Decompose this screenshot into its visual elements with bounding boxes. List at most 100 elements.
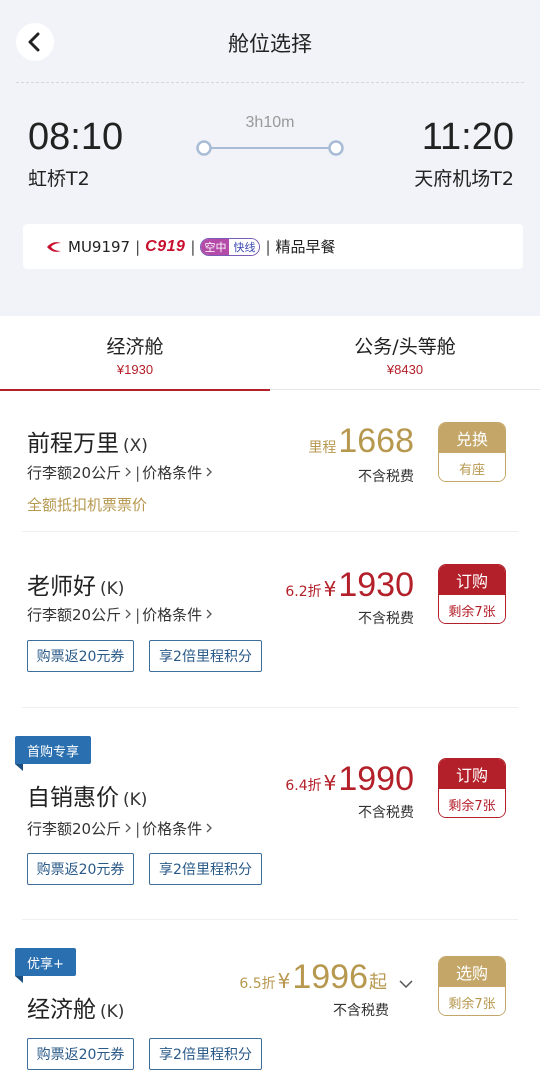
fare-class: (K) (123, 790, 148, 810)
currency-symbol: ¥ (277, 969, 291, 993)
separator: | (190, 237, 196, 256)
route-line-icon (196, 140, 344, 156)
fare-name: 自销惠价 (K) (27, 778, 147, 812)
price-value: 1990 (338, 760, 414, 798)
button-label: 兑换 (439, 423, 505, 453)
price-suffix: 起 (369, 972, 387, 993)
book-button[interactable]: 订购 剩余7张 (438, 758, 506, 818)
chevron-right-icon (125, 823, 132, 833)
air-express-part-b: 快线 (229, 238, 260, 255)
tab-economy[interactable]: 经济舱 ¥1930 (0, 316, 270, 391)
chevron-right-icon (125, 467, 132, 477)
departure-time: 08:10 (28, 116, 124, 158)
separator: | (135, 606, 141, 624)
fare-name-text: 经济舱 (27, 997, 96, 1023)
fare-name: 老师好 (K) (27, 567, 124, 601)
fare-rules: 行李额20公斤 | 价格条件 (27, 818, 214, 839)
conditions-link[interactable]: 价格条件 (142, 820, 202, 838)
fare-price: 里程 1668 (308, 422, 414, 461)
chevron-right-icon (206, 467, 213, 477)
price-prefix: 里程 (308, 440, 337, 456)
fare-card[interactable]: 老师好 (K) 行李额20公斤 | 价格条件 购票返20元券 享2倍里程积分 6.2折… (0, 532, 540, 708)
fare-price: 6.4折 ¥ 1990 (285, 760, 414, 799)
price-value: 1930 (338, 566, 414, 604)
coupon-tag: 购票返20元券 (27, 853, 134, 885)
chevron-right-icon (206, 609, 213, 619)
separator: | (135, 237, 141, 256)
button-label: 订购 (439, 565, 505, 595)
baggage-link[interactable]: 行李额20公斤 (27, 820, 121, 838)
redeem-button[interactable]: 兑换 有座 (438, 422, 506, 482)
premium-ribbon: 优享+ (15, 948, 76, 983)
flight-info-bar: MU9197 | C919 | 空中 快线 | 精品早餐 (23, 224, 523, 269)
fare-note: 全额抵扣机票票价 (27, 496, 148, 514)
page-title: 舱位选择 (228, 32, 312, 56)
coupon-tag: 购票返20元券 (27, 640, 134, 672)
fare-name-text: 自销惠价 (27, 785, 119, 811)
tax-note: 不含税费 (358, 469, 414, 485)
button-sublabel: 有座 (439, 453, 505, 481)
fare-card[interactable]: 优享+ 经济舱 (K) 购票返20元券 享2倍里程积分 6.5折 ¥ 1996 起… (0, 920, 540, 1074)
fare-name: 经济舱 (K) (27, 990, 124, 1024)
separator: | (135, 820, 141, 838)
baggage-link[interactable]: 行李额20公斤 (27, 464, 121, 482)
mileage-tag: 享2倍里程积分 (149, 1038, 262, 1070)
tab-price: ¥1930 (116, 362, 154, 377)
conditions-link[interactable]: 价格条件 (142, 606, 202, 624)
button-label: 订购 (439, 759, 505, 789)
air-express-badge: 空中 快线 (200, 237, 261, 256)
price-value: 1996 (292, 958, 368, 996)
fare-class: (K) (100, 579, 125, 599)
fare-name-text: 前程万里 (27, 431, 119, 457)
fare-name-text: 老师好 (27, 574, 96, 600)
separator: | (265, 237, 271, 256)
flight-duration: 3h10m (245, 114, 295, 131)
fare-rules: 行李额20公斤 | 价格条件 (27, 604, 214, 625)
currency-symbol: ¥ (323, 577, 337, 601)
meal-info: 精品早餐 (275, 238, 336, 256)
chevron-down-icon[interactable] (398, 976, 414, 992)
button-label: 选购 (439, 957, 505, 987)
baggage-link[interactable]: 行李额20公斤 (27, 606, 121, 624)
chevron-right-icon (125, 609, 132, 619)
fare-rules: 行李额20公斤 | 价格条件 (27, 462, 214, 483)
fare-price: 6.5折 ¥ 1996 起 (239, 958, 389, 997)
tax-note: 不含税费 (358, 611, 414, 627)
departure-airport: 虹桥T2 (28, 168, 90, 190)
mileage-tag: 享2倍里程积分 (149, 640, 262, 672)
discount: 6.4折 (285, 778, 322, 794)
button-sublabel: 剩余7张 (439, 987, 505, 1015)
discount: 6.5折 (239, 976, 276, 992)
aircraft-type: C919 (145, 237, 186, 255)
flight-number: MU9197 (68, 237, 131, 256)
arrival-time: 11:20 (421, 116, 514, 158)
fare-card[interactable]: 前程万里 (X) 行李额20公斤 | 价格条件 全额抵扣机票票价 里程 1668 不含… (0, 390, 540, 532)
conditions-link[interactable]: 价格条件 (142, 464, 202, 482)
fare-class: (X) (123, 436, 148, 456)
button-sublabel: 剩余7张 (439, 595, 505, 623)
air-express-part-a: 空中 (201, 238, 230, 255)
currency-symbol: ¥ (323, 771, 337, 795)
coupon-tag: 购票返20元券 (27, 1038, 134, 1070)
fare-card[interactable]: 首购专享 自销惠价 (K) 行李额20公斤 | 价格条件 购票返20元券 享2倍里程积… (0, 708, 540, 920)
chevron-right-icon (206, 823, 213, 833)
tax-note: 不含税费 (358, 805, 414, 821)
tab-label: 经济舱 (106, 336, 164, 358)
button-sublabel: 剩余7张 (439, 789, 505, 817)
arrival-airport: 天府机场T2 (414, 168, 514, 190)
fare-price: 6.2折 ¥ 1930 (285, 566, 414, 605)
tab-business-first[interactable]: 公务/头等舱 ¥8430 (270, 316, 540, 390)
flight-summary: 舱位选择 08:10 虹桥T2 3h10m 11:20 天府机场T2 MU919… (0, 0, 540, 316)
china-eastern-logo-icon (47, 241, 61, 252)
book-button[interactable]: 订购 剩余7张 (438, 564, 506, 624)
mileage-tag: 享2倍里程积分 (149, 853, 262, 885)
tax-note: 不含税费 (333, 1003, 389, 1019)
discount: 6.2折 (285, 584, 322, 600)
tab-label: 公务/头等舱 (354, 336, 456, 358)
price-value: 1668 (338, 422, 414, 460)
select-button[interactable]: 选购 剩余7张 (438, 956, 506, 1016)
header-divider (16, 82, 524, 83)
tab-price: ¥8430 (386, 362, 424, 377)
cabin-tabs: 经济舱 ¥1930 公务/头等舱 ¥8430 (0, 316, 540, 391)
fare-name: 前程万里 (X) (27, 424, 148, 458)
